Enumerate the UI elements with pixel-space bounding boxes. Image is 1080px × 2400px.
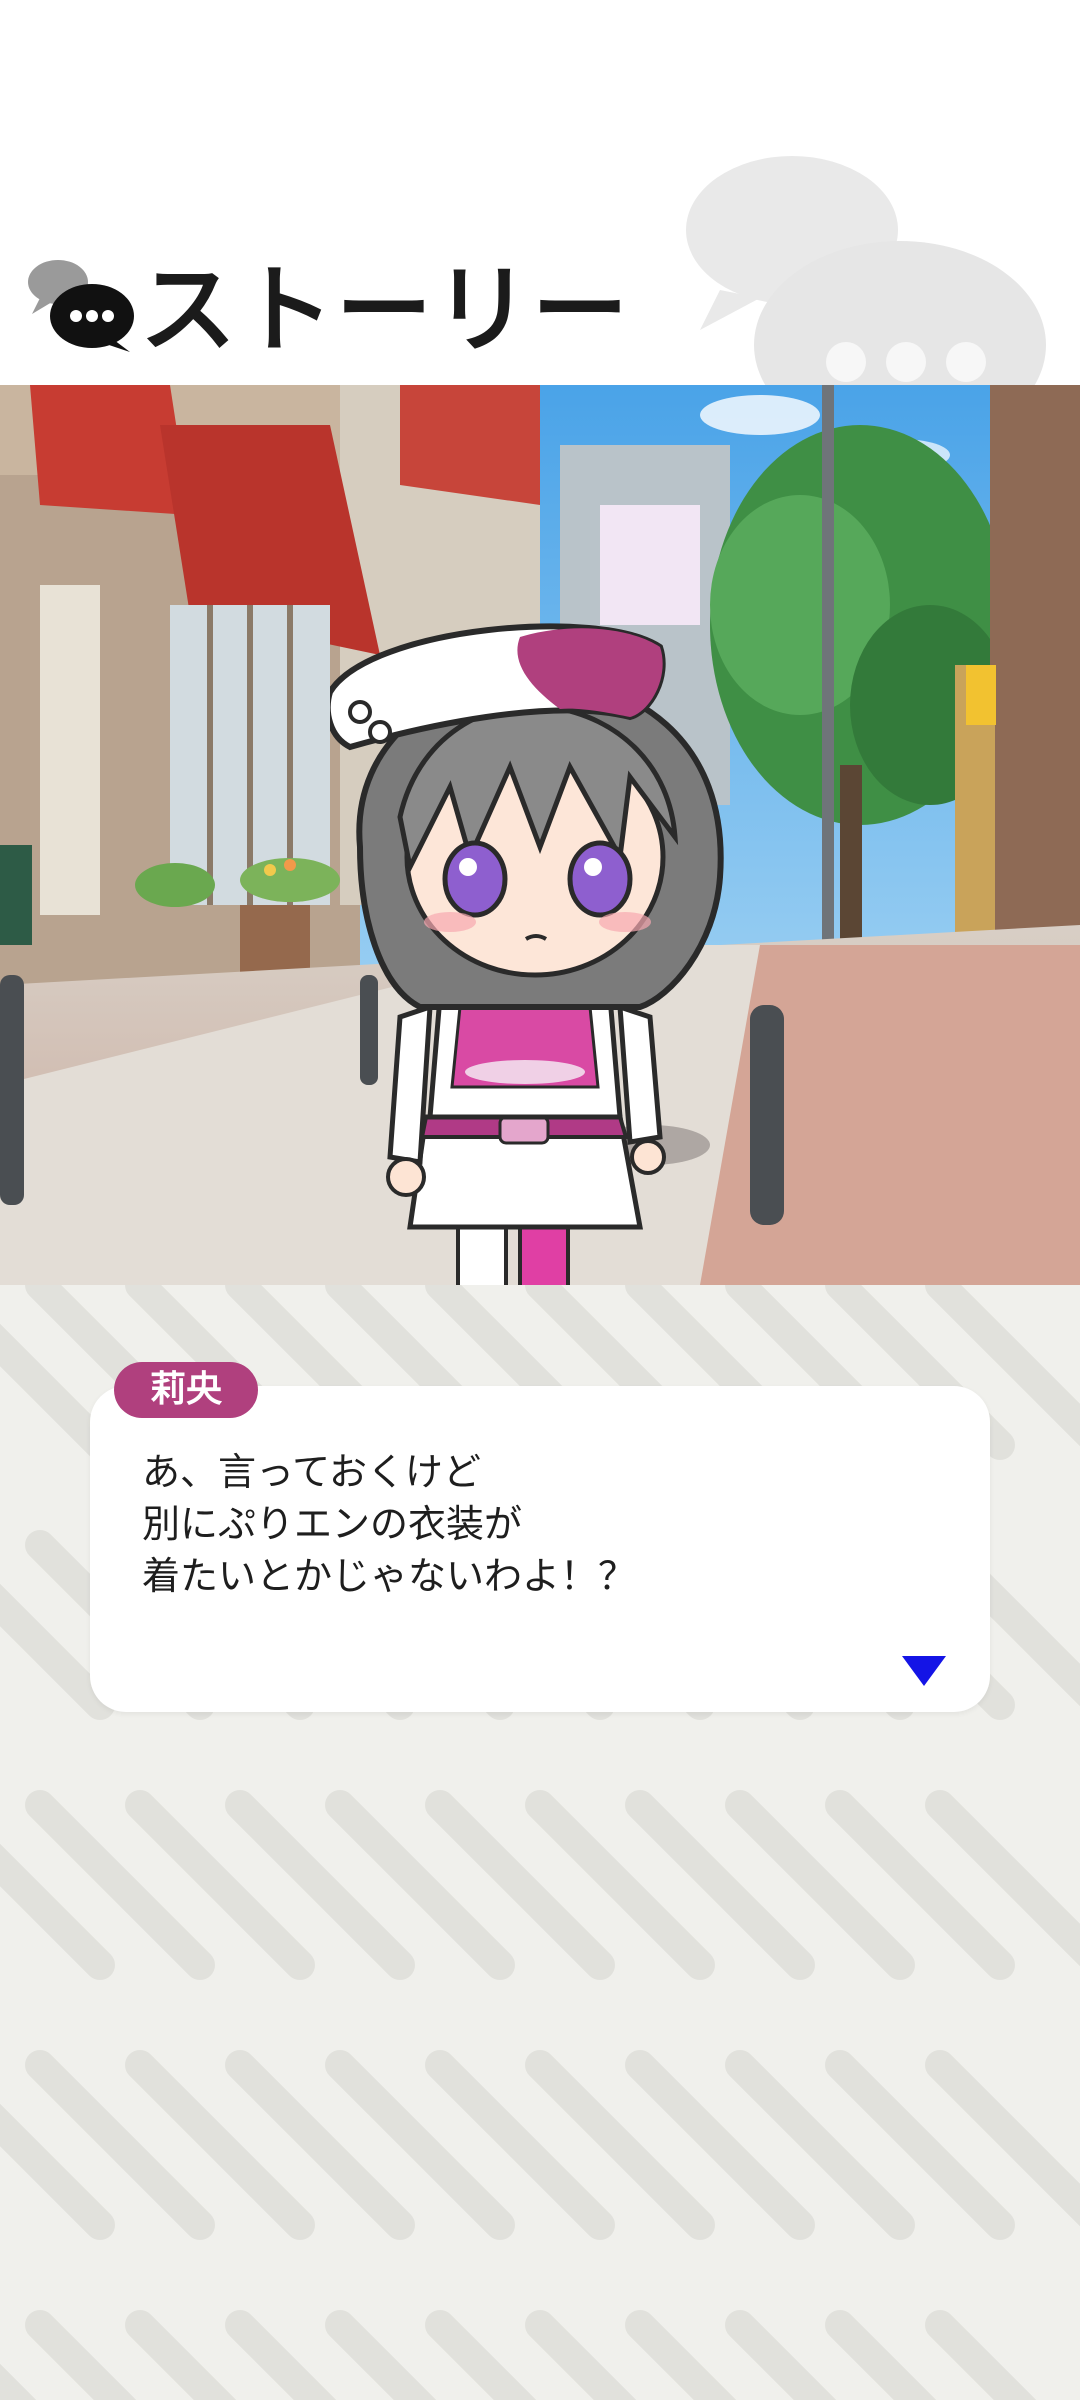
chibi-character [330,623,724,1285]
page-title: ストーリー [140,254,630,366]
dialogue-line: あ、言っておくけど [142,1450,481,1494]
dialogue-line: 別にぷりエンの衣装が [142,1502,523,1546]
dialogue-box[interactable] [90,1386,990,1712]
triangle-down-icon[interactable] [900,1654,948,1688]
dialogue-line: 着たいとかじゃないわよ！？ [142,1554,637,1598]
chat-bubble-icon [28,260,134,352]
story-header: ストーリー [0,0,1080,385]
story-scene[interactable] [0,385,1080,1285]
speaker-name-tag: 莉央 [114,1362,258,1418]
story-screen: ストーリー 莉央 あ、言っておくけど 別にぷりエンの衣装が 着たいとかじゃないわ… [0,0,1080,2400]
